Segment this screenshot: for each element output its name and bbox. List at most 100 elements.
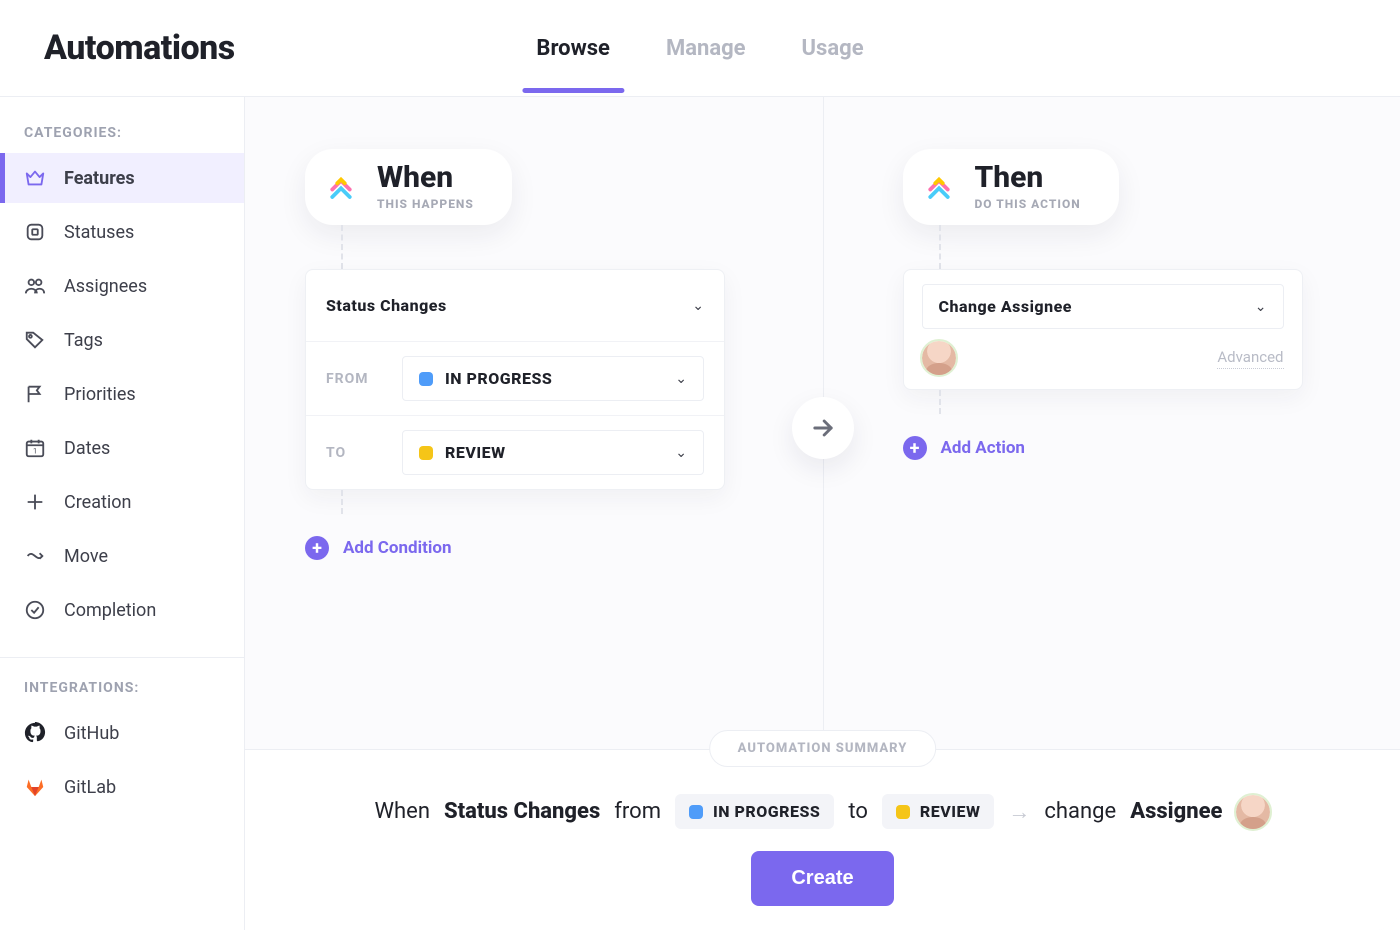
sidebar-item-label: GitLab bbox=[64, 777, 116, 798]
summary-sentence: When Status Changes from IN PROGRESS to … bbox=[375, 794, 1271, 829]
tab-manage[interactable]: Manage bbox=[666, 4, 746, 93]
summary-pill: AUTOMATION SUMMARY bbox=[709, 730, 937, 767]
to-label: TO bbox=[326, 445, 384, 461]
plus-circle-icon: + bbox=[305, 536, 329, 560]
create-button[interactable]: Create bbox=[751, 851, 893, 906]
from-status-select[interactable]: IN PROGRESS ⌄ bbox=[402, 356, 704, 401]
sidebar-item-label: Statuses bbox=[64, 222, 134, 243]
then-chip: Then DO THIS ACTION bbox=[903, 149, 1119, 225]
sidebar-item-tags[interactable]: Tags bbox=[0, 315, 244, 365]
status-icon bbox=[24, 221, 46, 243]
arrow-icon bbox=[792, 397, 854, 459]
trigger-select-label: Status Changes bbox=[326, 296, 447, 315]
gitlab-icon bbox=[24, 776, 46, 798]
github-icon bbox=[24, 722, 46, 744]
automation-summary: AUTOMATION SUMMARY When Status Changes f… bbox=[245, 749, 1400, 930]
header: Automations Browse Manage Usage bbox=[0, 0, 1400, 96]
summary-change-word: change bbox=[1044, 799, 1116, 824]
tab-usage[interactable]: Usage bbox=[802, 4, 864, 93]
add-action-button[interactable]: + Add Action bbox=[903, 436, 1025, 460]
action-panel: Change Assignee ⌄ Advanced bbox=[903, 269, 1303, 390]
summary-assignee-word: Assignee bbox=[1130, 799, 1222, 824]
check-circle-icon bbox=[24, 599, 46, 621]
add-condition-label: Add Condition bbox=[343, 538, 451, 558]
sidebar-item-label: Completion bbox=[64, 600, 156, 621]
connector-line bbox=[341, 490, 343, 514]
sidebar: CATEGORIES: Features Statuses Assignees bbox=[0, 96, 245, 930]
chevron-down-icon: ⌄ bbox=[692, 298, 704, 314]
sidebar-item-creation[interactable]: Creation bbox=[0, 477, 244, 527]
action-select-label: Change Assignee bbox=[939, 297, 1072, 316]
automation-canvas: When THIS HAPPENS Status Changes ⌄ bbox=[245, 96, 1400, 930]
sidebar-item-statuses[interactable]: Statuses bbox=[0, 207, 244, 257]
advanced-link[interactable]: Advanced bbox=[1217, 348, 1283, 369]
flag-icon bbox=[24, 383, 46, 405]
arrow-icon: → bbox=[1008, 799, 1030, 825]
action-select[interactable]: Change Assignee ⌄ bbox=[922, 284, 1284, 329]
sidebar-item-label: Creation bbox=[64, 492, 131, 513]
connector-line bbox=[939, 390, 941, 414]
status-color-dot bbox=[419, 372, 433, 386]
add-condition-button[interactable]: + Add Condition bbox=[305, 536, 451, 560]
automation-builder: When THIS HAPPENS Status Changes ⌄ bbox=[245, 97, 1400, 749]
plus-circle-icon: + bbox=[903, 436, 927, 460]
status-color-dot bbox=[689, 805, 703, 819]
sidebar-item-features[interactable]: Features bbox=[0, 153, 244, 203]
sidebar-item-gitlab[interactable]: GitLab bbox=[0, 762, 244, 812]
tag-icon bbox=[24, 329, 46, 351]
plus-icon bbox=[24, 491, 46, 513]
to-status-label: REVIEW bbox=[445, 443, 506, 462]
sidebar-item-label: Move bbox=[64, 546, 108, 567]
when-column: When THIS HAPPENS Status Changes ⌄ bbox=[305, 149, 823, 749]
chevron-down-icon: ⌄ bbox=[675, 371, 687, 387]
sidebar-divider bbox=[0, 657, 244, 658]
sidebar-integrations-label: INTEGRATIONS: bbox=[0, 680, 244, 704]
to-status-select[interactable]: REVIEW ⌄ bbox=[402, 430, 704, 475]
sidebar-item-label: Priorities bbox=[64, 384, 136, 405]
summary-from-status: IN PROGRESS bbox=[675, 794, 834, 829]
people-icon bbox=[24, 275, 46, 297]
sidebar-item-dates[interactable]: 1 Dates bbox=[0, 423, 244, 473]
then-subheading: DO THIS ACTION bbox=[975, 197, 1081, 211]
connector-line bbox=[939, 225, 941, 269]
then-column: Then DO THIS ACTION Change Assignee ⌄ Ad… bbox=[823, 149, 1341, 749]
clickup-logo-icon bbox=[319, 165, 363, 209]
when-chip: When THIS HAPPENS bbox=[305, 149, 512, 225]
move-icon bbox=[24, 545, 46, 567]
sidebar-item-label: Dates bbox=[64, 438, 110, 459]
sidebar-item-github[interactable]: GitHub bbox=[0, 708, 244, 758]
trigger-panel: Status Changes ⌄ FROM IN PROGRESS bbox=[305, 269, 725, 490]
tab-browse[interactable]: Browse bbox=[536, 4, 610, 93]
status-color-dot bbox=[896, 805, 910, 819]
sidebar-item-completion[interactable]: Completion bbox=[0, 585, 244, 635]
tabs: Browse Manage Usage bbox=[536, 4, 863, 93]
then-heading: Then bbox=[975, 163, 1081, 193]
svg-text:1: 1 bbox=[33, 447, 37, 456]
sidebar-categories-label: CATEGORIES: bbox=[0, 125, 244, 149]
clickup-logo-icon bbox=[917, 165, 961, 209]
sidebar-item-move[interactable]: Move bbox=[0, 531, 244, 581]
assignee-avatar[interactable] bbox=[922, 341, 956, 375]
sidebar-item-priorities[interactable]: Priorities bbox=[0, 369, 244, 419]
summary-assignee-avatar bbox=[1236, 795, 1270, 829]
crown-icon bbox=[24, 167, 46, 189]
from-label: FROM bbox=[326, 371, 384, 387]
summary-when-word: When bbox=[375, 799, 430, 824]
when-subheading: THIS HAPPENS bbox=[377, 197, 474, 211]
summary-from-word: from bbox=[614, 799, 661, 824]
chevron-down-icon: ⌄ bbox=[1255, 299, 1267, 315]
status-color-dot bbox=[419, 446, 433, 460]
summary-trigger: Status Changes bbox=[444, 799, 600, 824]
sidebar-item-label: Features bbox=[64, 168, 135, 189]
trigger-select[interactable]: Status Changes ⌄ bbox=[326, 284, 704, 327]
summary-to-status: REVIEW bbox=[882, 794, 995, 829]
sidebar-item-assignees[interactable]: Assignees bbox=[0, 261, 244, 311]
sidebar-item-label: Assignees bbox=[64, 276, 147, 297]
chevron-down-icon: ⌄ bbox=[675, 445, 687, 461]
add-action-label: Add Action bbox=[941, 438, 1025, 458]
when-heading: When bbox=[377, 163, 474, 193]
page-title: Automations bbox=[44, 28, 235, 68]
sidebar-item-label: GitHub bbox=[64, 723, 119, 744]
connector-line bbox=[341, 225, 343, 269]
calendar-icon: 1 bbox=[24, 437, 46, 459]
